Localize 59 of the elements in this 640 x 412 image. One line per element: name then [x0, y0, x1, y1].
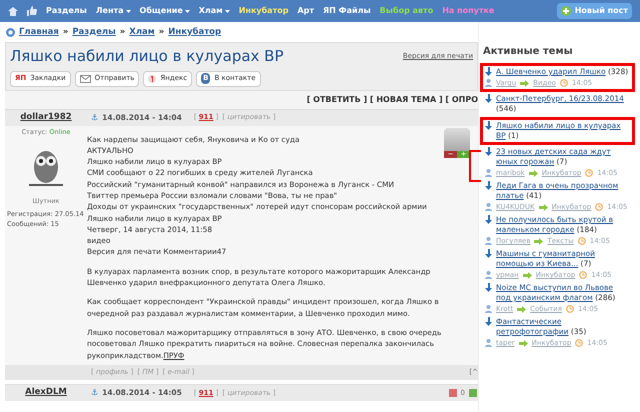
- envelope-icon: [80, 74, 91, 82]
- down-arrow-icon: [485, 215, 492, 224]
- down-arrow-icon: [485, 121, 492, 130]
- nav-menu-item[interactable]: Разделы: [46, 5, 87, 17]
- breadcrumb-link[interactable]: Хлам: [129, 26, 155, 38]
- highlight-frame: [469, 150, 481, 182]
- clock-icon: [578, 237, 586, 245]
- down-arrow-icon: [485, 249, 492, 258]
- yandex-logo-icon: [148, 74, 156, 84]
- caret-icon: [126, 10, 131, 12]
- plus-icon: [560, 6, 571, 16]
- right-arrow-icon: [517, 306, 526, 312]
- user-icon: [485, 79, 492, 87]
- right-arrow-icon: [538, 204, 548, 210]
- down-arrow-icon: [485, 283, 492, 292]
- down-arrow-icon: [485, 147, 492, 156]
- breadcrumb-separator: »: [62, 26, 68, 38]
- caret-icon: [184, 10, 190, 12]
- right-arrow-icon: [534, 238, 544, 244]
- nav-menu-item[interactable]: Общение: [140, 5, 190, 17]
- nav-menu-item[interactable]: Хлам: [198, 5, 230, 17]
- caret-icon: [224, 10, 230, 12]
- nav-menu-item[interactable]: Выбор авто: [380, 5, 434, 17]
- down-arrow-icon: [485, 94, 492, 103]
- user-icon: [485, 169, 492, 177]
- user-icon: [485, 305, 492, 313]
- breadcrumb-separator: »: [158, 26, 164, 38]
- nav-menu-item[interactable]: Инкубатор: [238, 5, 288, 17]
- topic-title: Ляшко набили лицо в кулуарах ВР: [10, 46, 284, 67]
- clock-icon: [579, 271, 588, 279]
- anchor-icon: ⚓: [91, 112, 98, 124]
- nav-menu-item[interactable]: Арт: [297, 5, 314, 17]
- post-author[interactable]: dollar1982: [5, 111, 87, 124]
- right-arrow-icon: [522, 272, 532, 278]
- clock-icon: [595, 203, 604, 211]
- right-arrow-icon: [528, 170, 538, 176]
- user-icon: [485, 339, 492, 347]
- clock-icon: [560, 79, 568, 87]
- down-arrow-icon: [485, 181, 492, 190]
- clock-icon: [585, 169, 594, 177]
- breadcrumb-separator: »: [120, 26, 126, 38]
- user-icon: [485, 237, 492, 245]
- breadcrumb-link[interactable]: Главная: [19, 26, 59, 38]
- new-post-button[interactable]: Новый пост: [556, 3, 632, 19]
- post-author[interactable]: AlexDLM: [5, 386, 87, 400]
- nav-menu-item[interactable]: Лента: [96, 5, 131, 17]
- sidebar-title: Активные темы: [483, 45, 574, 59]
- down-arrow-icon: [485, 317, 492, 326]
- user-icon: [485, 271, 492, 279]
- nav-menu-item[interactable]: ЯП Файлы: [323, 5, 371, 17]
- breadcrumb-link[interactable]: Инкубатор: [168, 26, 222, 38]
- breadcrumb-link[interactable]: Разделы: [72, 26, 116, 38]
- down-arrow-icon: [485, 67, 492, 76]
- anchor-icon: ⚓: [91, 386, 98, 399]
- clock-icon: [575, 339, 584, 347]
- right-arrow-icon: [520, 80, 530, 86]
- clock-icon: [566, 305, 574, 313]
- user-icon: [485, 203, 492, 211]
- right-arrow-icon: [518, 340, 528, 346]
